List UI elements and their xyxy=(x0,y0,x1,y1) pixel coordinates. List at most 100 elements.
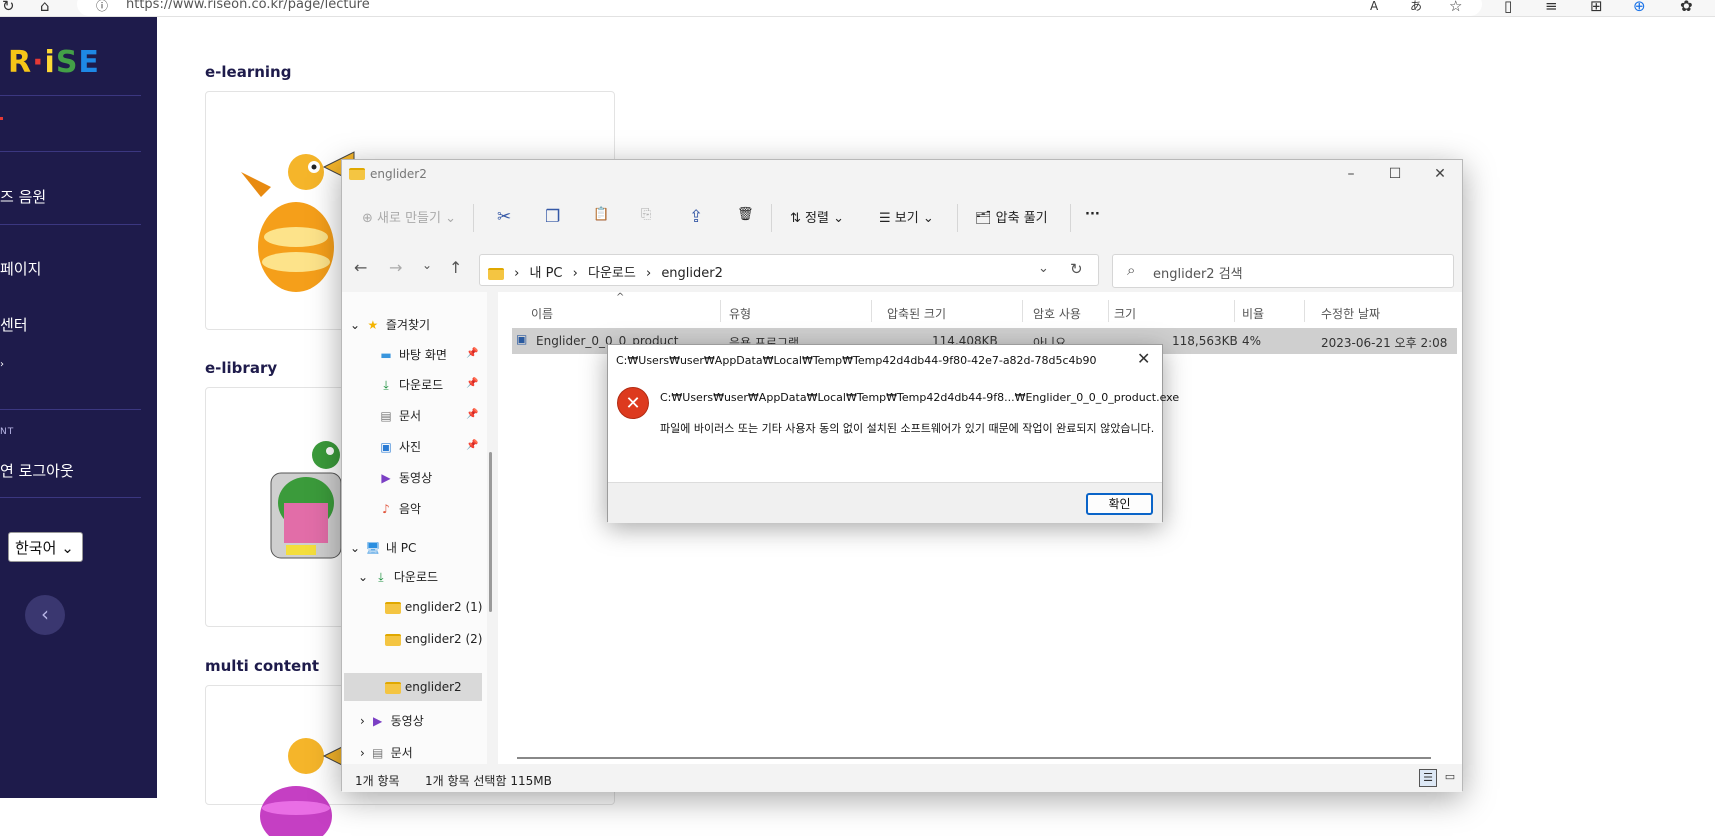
horizontal-scrollbar[interactable] xyxy=(517,757,1431,759)
computer-icon: 🖥 xyxy=(365,541,381,555)
extract-all-button[interactable]: 🗂 압축 풀기 xyxy=(975,207,1048,226)
rename-button[interactable]: ⎘ xyxy=(641,207,651,222)
refresh-icon[interactable]: ↻ xyxy=(1070,260,1083,278)
url-text[interactable]: https://www.riseon.co.kr/page/lecture xyxy=(126,0,370,12)
breadcrumb-downloads[interactable]: 다운로드 xyxy=(588,266,636,281)
search-icon: ⌕ xyxy=(1127,261,1136,279)
nav-documents[interactable]: ▤ 문서 xyxy=(377,407,421,424)
divider[interactable] xyxy=(1022,300,1023,322)
column-password[interactable]: 암호 사용 xyxy=(1033,305,1081,322)
divider[interactable] xyxy=(1108,300,1109,322)
pin-icon[interactable]: 📌 xyxy=(466,409,478,420)
dialog-file-path: C:₩Users₩user₩AppData₩Local₩Temp₩Temp42d… xyxy=(660,391,1180,404)
column-modified[interactable]: 수정한 날짜 xyxy=(1321,305,1380,322)
dialog-close-button[interactable]: ✕ xyxy=(1137,349,1150,368)
close-button[interactable]: ✕ xyxy=(1430,164,1450,184)
breadcrumb-this-pc[interactable]: 내 PC xyxy=(529,266,562,281)
read-aloud-icon[interactable]: A xyxy=(1370,0,1378,16)
up-button[interactable]: ↑ xyxy=(449,258,462,277)
column-compressed-size[interactable]: 압축된 크기 xyxy=(887,305,946,322)
nav-folder-englider2[interactable]: englider2 xyxy=(385,680,462,694)
nav-videos[interactable]: ▶ 동영상 xyxy=(377,469,432,486)
copy-button[interactable]: ❐ xyxy=(545,207,560,227)
plus-circle-icon: ⊕ xyxy=(362,211,373,226)
downloads-icon[interactable]: ⊕ xyxy=(1633,0,1646,16)
home-icon[interactable]: ⌂ xyxy=(40,0,50,16)
nav-music[interactable]: ♪ 음악 xyxy=(377,500,421,517)
section-title-multicontent: multi content xyxy=(205,657,320,675)
new-button[interactable]: ⊕ 새로 만들기 ⌄ xyxy=(362,207,456,226)
star-icon: ★ xyxy=(367,318,379,332)
cut-button[interactable]: ✂ xyxy=(497,207,511,227)
search-input[interactable]: ⌕ englider2 검색 xyxy=(1112,254,1454,288)
divider[interactable] xyxy=(1304,300,1305,322)
translate-icon[interactable]: あ xyxy=(1410,0,1422,16)
extract-label: 압축 풀기 xyxy=(995,211,1048,226)
chevron-down-icon[interactable]: ⌄ xyxy=(1038,261,1049,276)
ok-button[interactable]: 확인 xyxy=(1086,493,1153,515)
language-select[interactable]: 한국어 ⌄ xyxy=(8,532,83,562)
delete-button[interactable]: 🗑 xyxy=(737,207,754,222)
sidebar-item-logout[interactable]: 연 로그아웃 xyxy=(0,460,74,481)
sidebar-item-misc[interactable]: › xyxy=(0,359,4,370)
recent-locations-button[interactable]: ⌄ xyxy=(422,258,432,272)
nav-pc-videos[interactable]: › ▶ 동영상 xyxy=(360,712,424,729)
extensions-icon[interactable]: ✿ xyxy=(1680,0,1693,16)
nav-desktop[interactable]: ▬ 바탕 화면 xyxy=(377,346,447,363)
nav-scrollbar[interactable] xyxy=(489,452,492,612)
nav-folder-englider2-2[interactable]: englider2 (2) xyxy=(385,632,482,646)
pin-icon[interactable]: 📌 xyxy=(466,440,478,451)
divider[interactable] xyxy=(720,300,721,322)
window-title: englider2 xyxy=(370,167,427,181)
nav-pc-downloads[interactable]: ⌄ ⤓ 다운로드 xyxy=(358,568,438,585)
nav-favorites[interactable]: ⌄ ★ 즐겨찾기 xyxy=(350,316,430,333)
column-size[interactable]: 크기 xyxy=(1114,305,1136,322)
split-screen-icon[interactable]: ▯ xyxy=(1504,0,1512,16)
sidebar-collapse-button[interactable]: ‹ xyxy=(25,595,65,635)
more-options-button[interactable]: ··· xyxy=(1085,207,1100,222)
paste-button[interactable]: 📋 xyxy=(593,207,609,222)
share-button[interactable]: ⇪ xyxy=(689,207,703,227)
document-icon: ▤ xyxy=(380,409,392,423)
zip-folder-icon xyxy=(488,267,504,280)
status-bar: 1개 항목 1개 항목 선택함 115MB ☰ ▭ xyxy=(342,764,1462,792)
forward-button[interactable]: → xyxy=(389,258,402,277)
column-ratio[interactable]: 비율 xyxy=(1242,305,1264,322)
pin-icon[interactable]: 📌 xyxy=(466,378,478,389)
view-label: 보기 xyxy=(894,211,919,226)
favorites-list-icon[interactable]: ≡ xyxy=(1545,0,1558,16)
breadcrumb-englider2[interactable]: englider2 xyxy=(661,266,723,281)
sort-button[interactable]: ⇅ 정렬 ⌄ xyxy=(790,207,844,226)
nav-downloads[interactable]: ⤓ 다운로드 xyxy=(377,376,443,393)
back-button[interactable]: ← xyxy=(354,258,367,277)
divider[interactable] xyxy=(1234,300,1235,322)
view-button[interactable]: ☰ 보기 ⌄ xyxy=(879,207,934,226)
explorer-titlebar[interactable]: englider2 – ☐ ✕ xyxy=(342,160,1462,190)
details-view-icon[interactable]: ☰ xyxy=(1419,769,1437,787)
minimize-button[interactable]: – xyxy=(1341,164,1361,184)
nav-pc-documents[interactable]: › ▤ 문서 xyxy=(360,744,413,761)
rise-logo[interactable]: R·iSE xyxy=(8,45,100,80)
column-type[interactable]: 유형 xyxy=(729,305,751,322)
chevron-down-icon: ⌄ xyxy=(358,570,369,584)
nav-folder-englider2-1[interactable]: englider2 (1) xyxy=(385,600,482,614)
pin-icon[interactable]: 📌 xyxy=(466,348,478,359)
chevron-down-icon: ⌄ xyxy=(350,541,361,555)
favorite-star-icon[interactable]: ☆ xyxy=(1449,0,1462,16)
page-info-icon[interactable]: ⓘ xyxy=(96,0,108,16)
collections-icon[interactable]: ⊞ xyxy=(1590,0,1603,16)
sidebar-item-mypage[interactable]: 페이지 xyxy=(0,258,41,279)
nav-this-pc[interactable]: ⌄ 🖥 내 PC xyxy=(350,539,416,556)
nav-pictures[interactable]: ▣ 사진 xyxy=(377,438,421,455)
column-name[interactable]: 이름 xyxy=(531,305,553,322)
maximize-button[interactable]: ☐ xyxy=(1385,164,1405,184)
address-bar[interactable]: › 내 PC › 다운로드 › englider2 ⌄ ↻ xyxy=(479,254,1099,286)
section-title-elearning: e-learning xyxy=(205,63,292,81)
sidebar-item-music[interactable]: 즈 음원 xyxy=(0,186,46,207)
divider[interactable] xyxy=(871,300,872,322)
picture-icon: ▣ xyxy=(380,440,392,454)
refresh-icon[interactable]: ↻ xyxy=(2,0,15,16)
divider xyxy=(957,204,958,232)
sidebar-item-center[interactable]: 센터 xyxy=(0,314,28,335)
tiles-view-icon[interactable]: ▭ xyxy=(1441,769,1459,787)
